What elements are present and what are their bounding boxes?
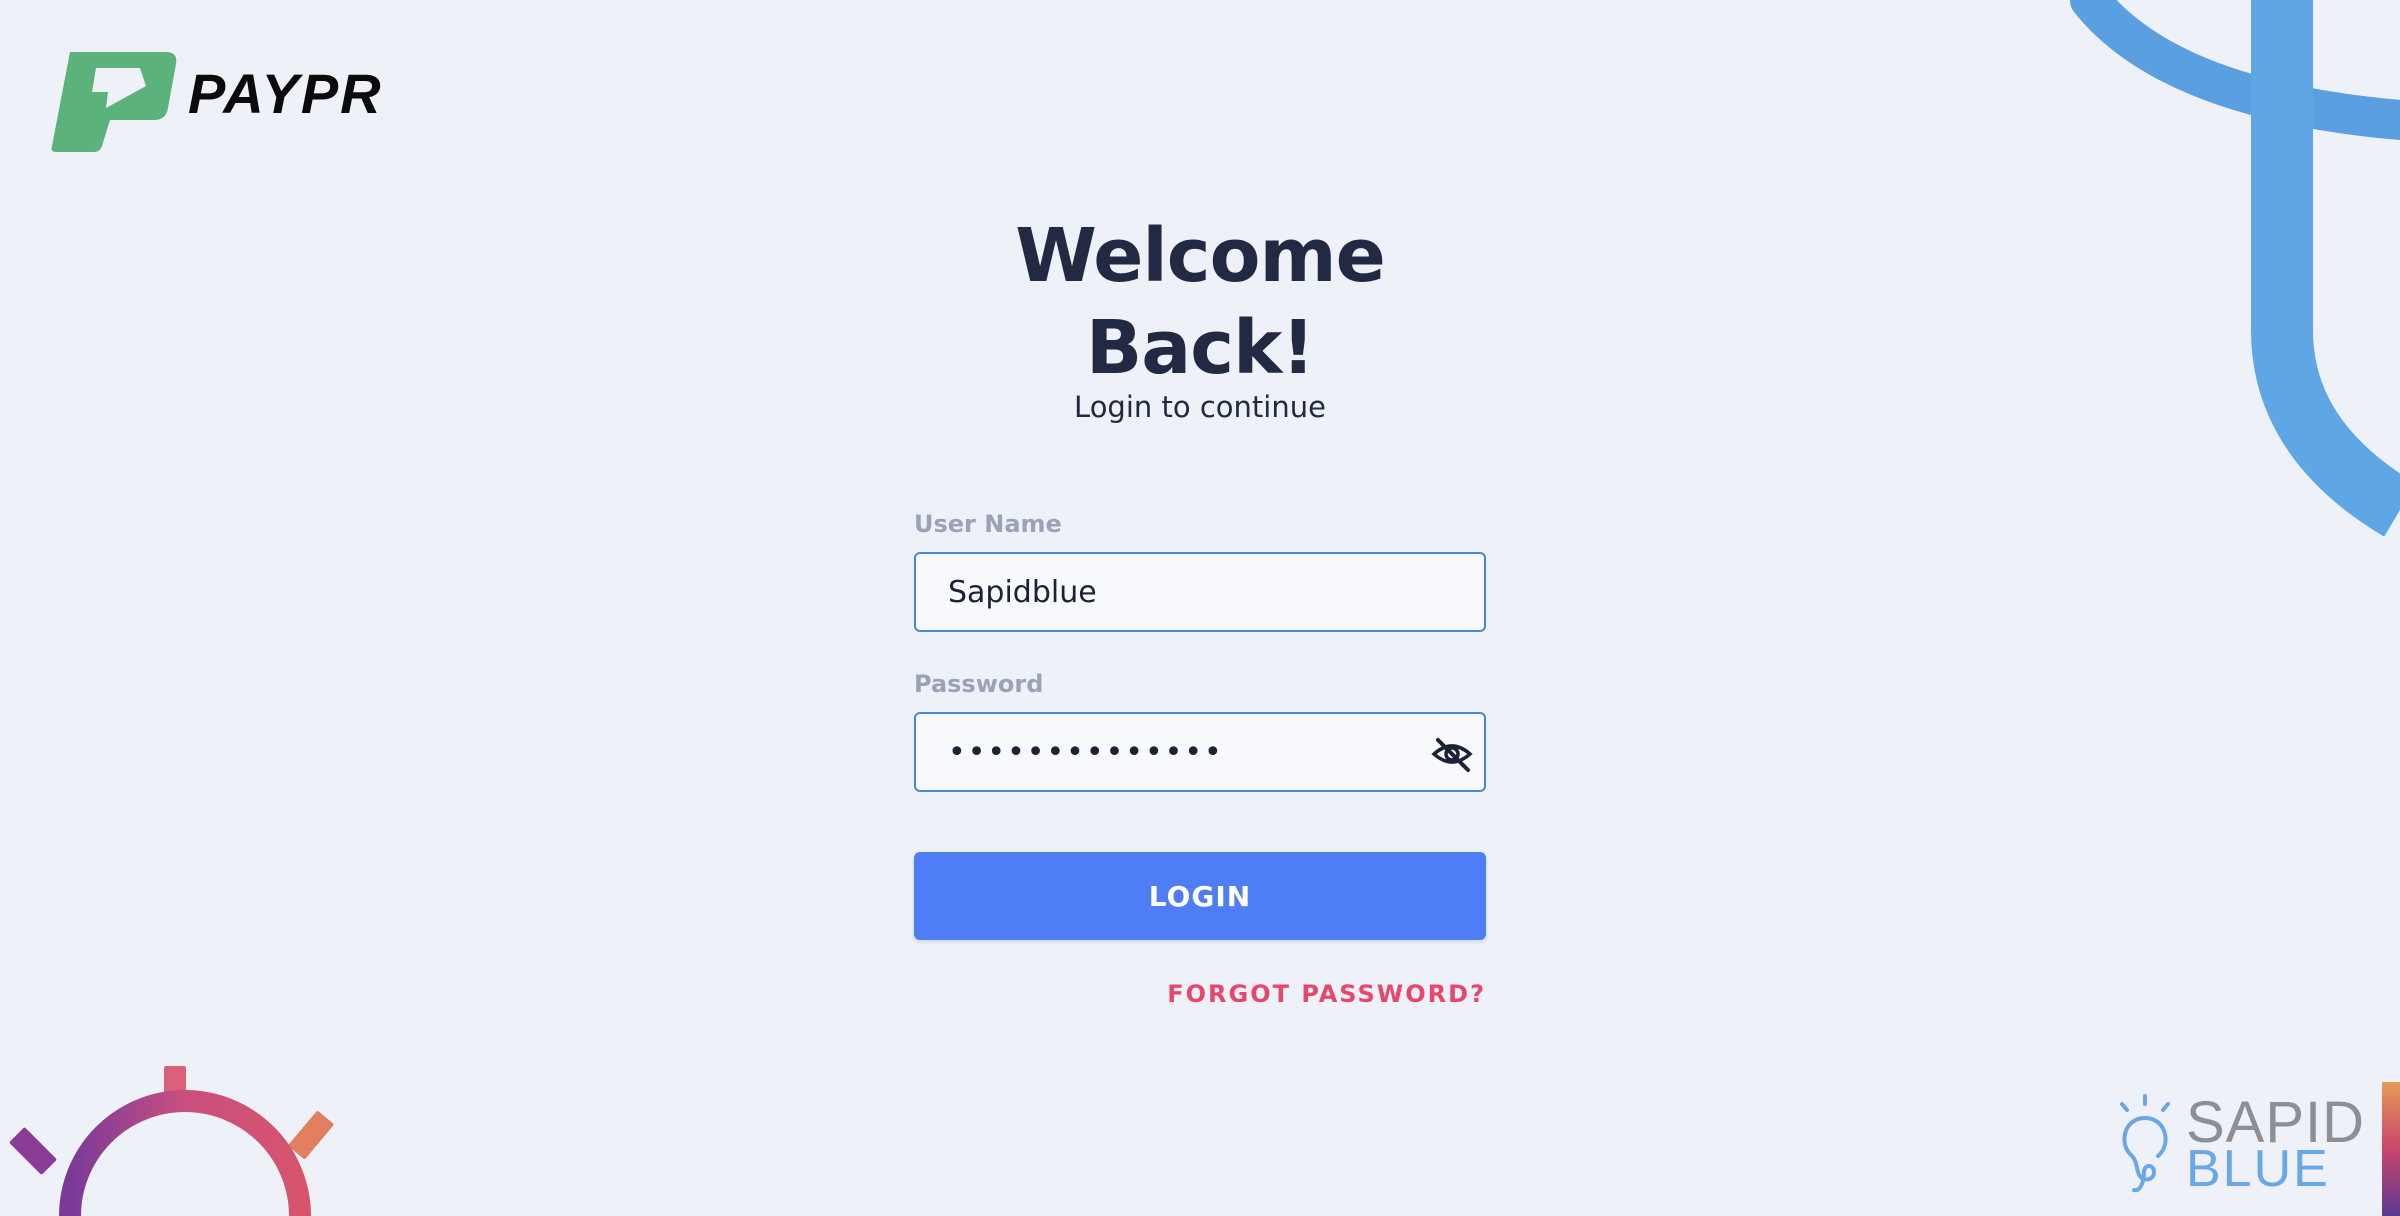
decorative-blue-curves: [2070, 0, 2400, 537]
username-field-box: [914, 552, 1486, 632]
decorative-sun: [9, 1066, 334, 1216]
paypr-logo-mark-icon: [51, 52, 177, 152]
login-form: Welcome Back! Login to continue User Nam…: [914, 210, 1486, 1008]
username-label: User Name: [914, 510, 1062, 538]
password-field-box: [914, 712, 1486, 792]
paypr-logo: PAYPR: [48, 46, 383, 156]
page-subtitle: Login to continue: [1074, 390, 1326, 424]
password-input[interactable]: [948, 734, 1388, 770]
decorative-gradient-stripe: [2382, 1082, 2400, 1216]
paypr-logo-text: PAYPR: [188, 61, 383, 125]
forgot-password-link[interactable]: FORGOT PASSWORD?: [914, 980, 1486, 1008]
eye-off-icon[interactable]: [1430, 732, 1474, 776]
password-label: Password: [914, 670, 1044, 698]
page-title: Welcome Back!: [1015, 213, 1386, 391]
username-input[interactable]: [948, 574, 1388, 610]
login-button[interactable]: LOGIN: [914, 852, 1486, 940]
login-page: PAYPR Welcome Back! Login to continue Us…: [0, 0, 2400, 1216]
sapidblue-logo: SAPID BLUE: [2110, 1092, 2365, 1198]
lightbulb-icon: [2120, 1094, 2170, 1193]
